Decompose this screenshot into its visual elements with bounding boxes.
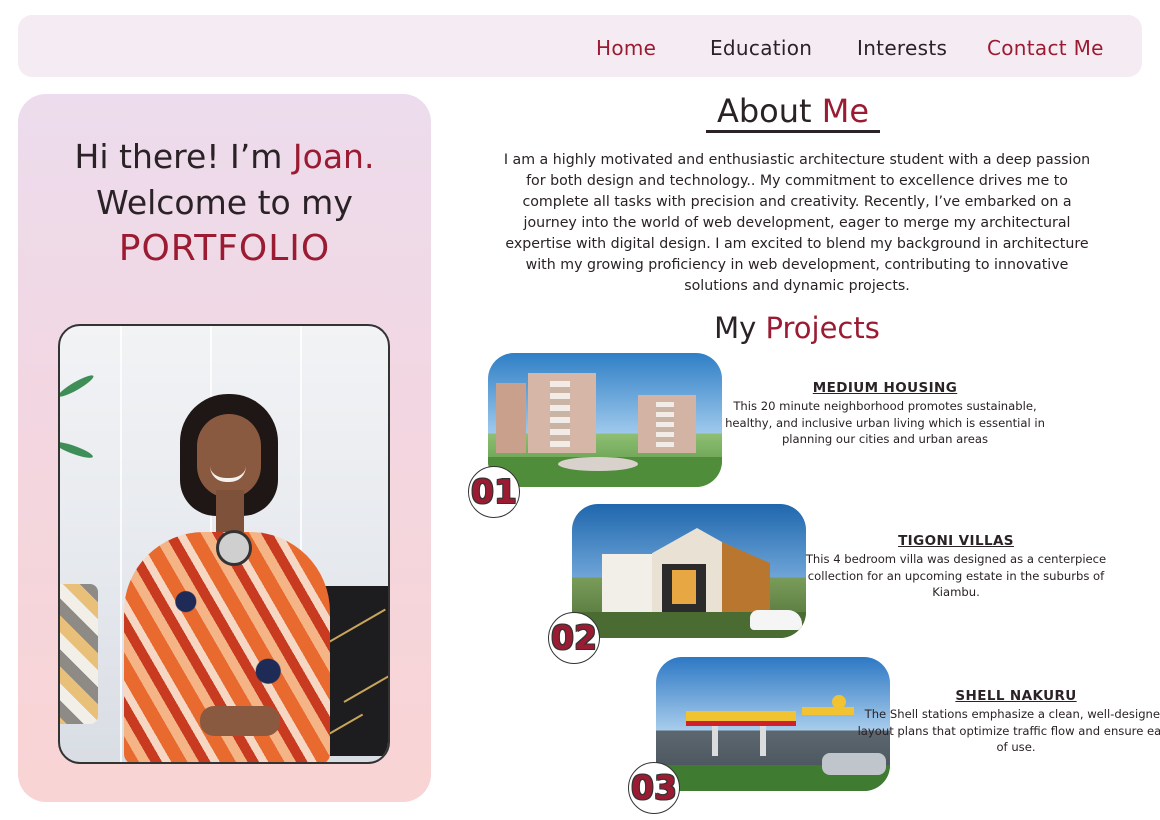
project-title[interactable]: TIGONI VILLAS: [796, 533, 1116, 549]
project-info-1: MEDIUM HOUSING This 20 minute neighborho…: [725, 380, 1045, 448]
nav-interests-link[interactable]: Interests: [857, 36, 947, 60]
project-description: This 4 bedroom villa was designed as a c…: [805, 552, 1107, 599]
project-image-shell-nakuru[interactable]: [656, 657, 890, 791]
project-description: The Shell stations emphasize a clean, we…: [857, 707, 1160, 754]
project-number-01: 01: [468, 466, 520, 518]
hero-name: Joan.: [292, 137, 375, 176]
hero-portfolio: PORTFOLIO: [118, 228, 331, 269]
project-title[interactable]: SHELL NAKURU: [856, 688, 1160, 704]
project-number-03: 03: [628, 762, 680, 814]
person-face: [197, 414, 261, 498]
hero-greeting: Hi there! I’m: [74, 137, 293, 176]
project-description: This 20 minute neighborhood promotes sus…: [725, 399, 1045, 446]
person-hands: [200, 706, 280, 736]
about-title-underline: [706, 130, 880, 133]
project-number-02: 02: [548, 612, 600, 664]
project-info-2: TIGONI VILLAS This 4 bedroom villa was d…: [796, 533, 1116, 601]
about-body: I am a highly motivated and enthusiastic…: [503, 152, 1091, 294]
portrait-photo: [58, 324, 390, 764]
projects-title: My Projects: [714, 311, 880, 345]
project-info-3: SHELL NAKURU The Shell stations emphasiz…: [856, 688, 1160, 756]
nav-home-link[interactable]: Home: [596, 36, 656, 60]
hero-heading: Hi there! I’m Joan. Welcome to my PORTFO…: [18, 134, 431, 272]
project-image-medium-housing[interactable]: [488, 353, 722, 487]
nav-education-link[interactable]: Education: [710, 36, 812, 60]
necklace: [216, 530, 252, 566]
about-title: About Me: [716, 92, 870, 130]
project-image-tigoni-villas[interactable]: [572, 504, 806, 638]
nav-contact-link[interactable]: Contact Me: [987, 36, 1104, 60]
top-navbar: Home Education Interests Contact Me: [18, 15, 1142, 77]
project-title[interactable]: MEDIUM HOUSING: [725, 380, 1045, 396]
cushion: [60, 584, 98, 724]
hero-card: Hi there! I’m Joan. Welcome to my PORTFO…: [18, 94, 431, 802]
hero-welcome: Welcome to my: [96, 183, 353, 222]
